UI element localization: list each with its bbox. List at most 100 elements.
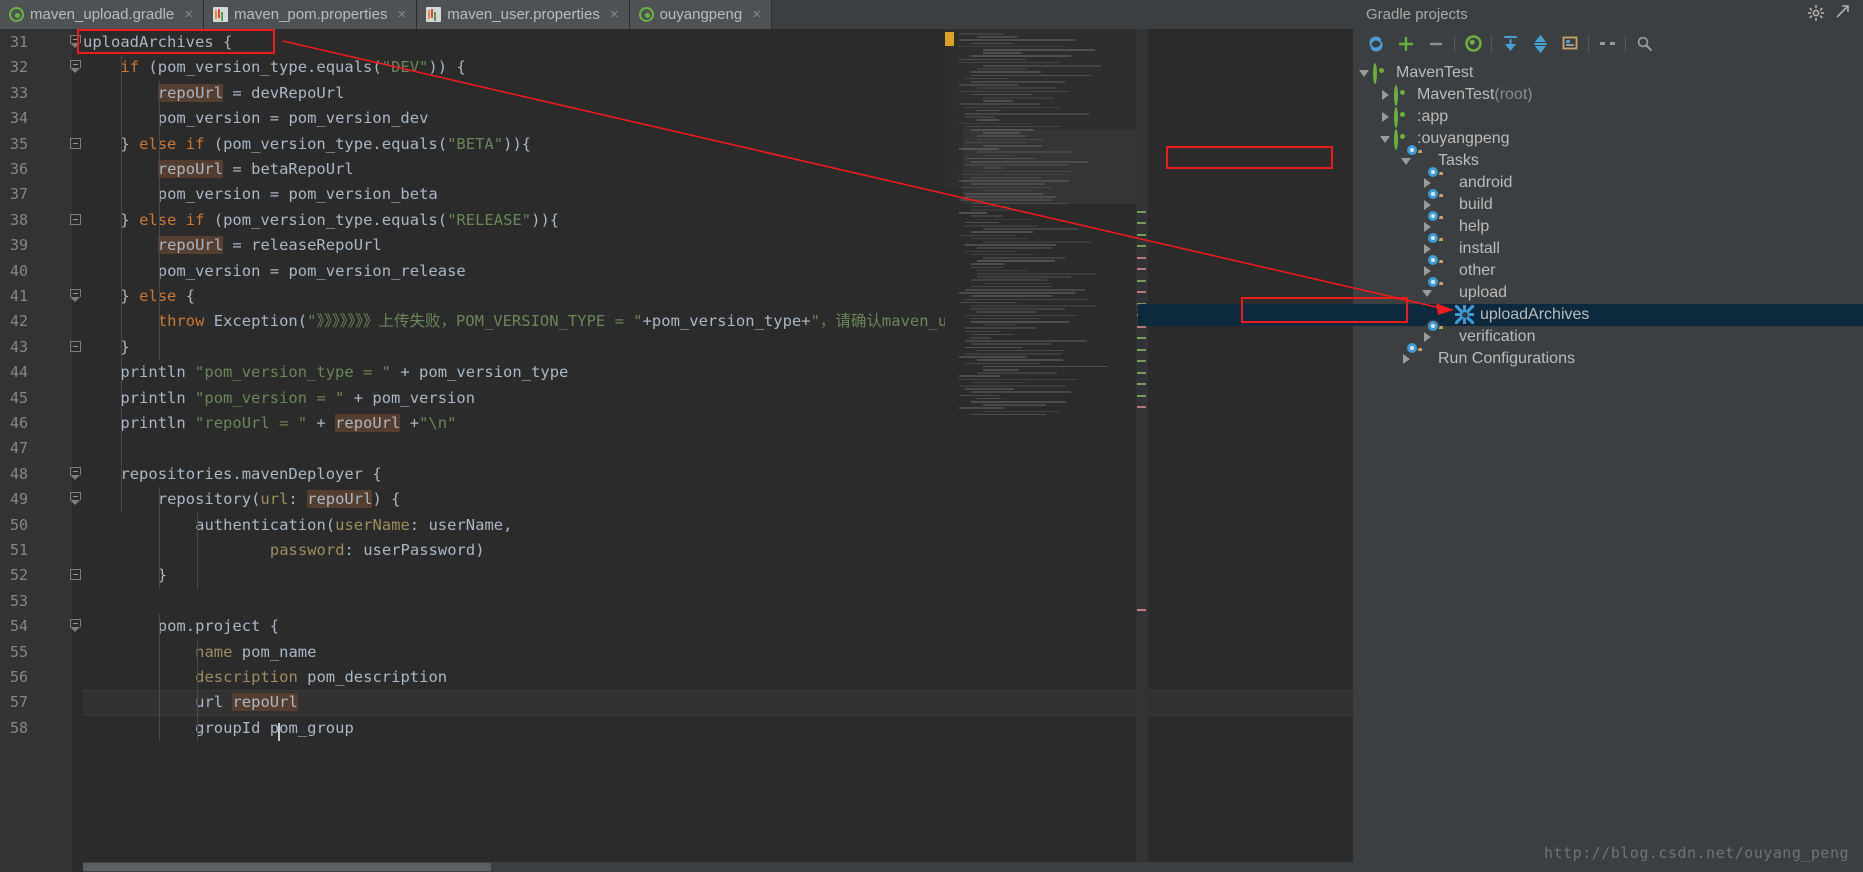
fold-collapse-icon[interactable] xyxy=(70,340,83,354)
gradle-project-tree[interactable]: MavenTest MavenTest (root):app:ouyangpeng… xyxy=(1138,58,1863,872)
error-stripe-mark[interactable] xyxy=(1137,372,1146,374)
detach-project-icon[interactable] xyxy=(1421,32,1451,56)
code-line: repoUrl = betaRepoUrl xyxy=(157,160,354,178)
horizontal-scrollbar-thumb[interactable] xyxy=(83,863,491,871)
minimap-line xyxy=(971,391,1071,393)
error-stripe-mark[interactable] xyxy=(1137,395,1146,397)
tree-item-verification[interactable]: verification xyxy=(1353,321,1863,348)
tree-item-ouyangpeng[interactable]: :ouyangpeng xyxy=(1353,128,1863,150)
close-icon[interactable]: × xyxy=(752,7,761,22)
chevron-down-icon[interactable] xyxy=(1420,285,1436,301)
error-stripe-mark[interactable] xyxy=(1137,291,1146,293)
tree-item-label: verification xyxy=(1459,328,1536,345)
code-line: } xyxy=(120,337,130,356)
fold-collapse-icon[interactable] xyxy=(70,137,83,151)
code-editor[interactable]: 31 32 33 34 35 36 37 38 39 40 41 42 43 44 45 46 47 48 49 50… xyxy=(0,29,1353,872)
tree-item-label: upload xyxy=(1459,284,1508,301)
error-stripe-column[interactable] xyxy=(1136,29,1148,872)
attach-gradle-project-icon[interactable] xyxy=(1391,32,1421,56)
error-stripe-mark[interactable] xyxy=(1137,406,1146,408)
chevron-right-icon[interactable] xyxy=(1399,351,1415,367)
refresh-all-projects-icon[interactable] xyxy=(1361,32,1391,56)
toggle-offline-mode-icon[interactable] xyxy=(1592,32,1622,56)
minimap-line xyxy=(977,276,1071,278)
error-stripe-mark[interactable] xyxy=(1137,280,1146,282)
code-line: pom_version = pom_version_dev xyxy=(157,109,429,128)
error-stripe-mark[interactable] xyxy=(1137,349,1146,351)
minimap-line xyxy=(977,119,999,121)
document-preview-minimap[interactable] xyxy=(945,29,1137,429)
minimap-line xyxy=(971,55,1071,57)
error-stripe-mark[interactable] xyxy=(1137,383,1146,385)
code-line: groupId pom_group xyxy=(195,718,354,737)
text-caret xyxy=(278,723,280,742)
fold-expanded-icon[interactable] xyxy=(70,60,83,74)
settings-gear-icon[interactable] xyxy=(1807,4,1829,26)
show-diagram-icon[interactable] xyxy=(1555,32,1585,56)
minimap-line xyxy=(971,381,1026,384)
line-number: 52 xyxy=(9,566,28,585)
code-line: authentication(userName: userName, xyxy=(195,515,513,534)
chevron-right-icon[interactable] xyxy=(1378,109,1394,125)
minimap-line xyxy=(959,39,1076,41)
fold-expanded-icon[interactable] xyxy=(70,289,83,303)
collapse-all-icon[interactable] xyxy=(1525,32,1555,56)
editor-tab-maven-pom-properties[interactable]: maven_pom.properties × xyxy=(204,0,418,29)
chevron-down-icon[interactable] xyxy=(1378,131,1394,147)
minimap-line xyxy=(965,164,1070,166)
editor-tab-maven-user-properties[interactable]: maven_user.properties × xyxy=(417,0,630,29)
minimap-line xyxy=(965,225,1039,227)
tree-item-run-configurations[interactable]: Run Configurations xyxy=(1353,343,1863,370)
chevron-right-icon[interactable] xyxy=(1378,87,1394,103)
error-stripe-mark[interactable] xyxy=(1137,268,1146,270)
close-icon[interactable]: × xyxy=(610,7,619,22)
horizontal-scrollbar-track[interactable] xyxy=(83,862,1353,872)
editor-tab-ouyangpeng[interactable]: ouyangpeng × xyxy=(629,0,772,29)
error-stripe-mark[interactable] xyxy=(1137,360,1146,362)
code-text[interactable]: uploadArchives { if (pom_version_type.eq… xyxy=(83,29,1353,872)
minimap-line xyxy=(965,106,1060,109)
chevron-right-icon[interactable] xyxy=(1420,329,1436,345)
minimap-line xyxy=(959,378,1079,381)
minimap-line xyxy=(983,324,1016,326)
close-icon[interactable]: × xyxy=(184,7,193,22)
fold-collapse-icon[interactable] xyxy=(70,569,83,582)
minimap-line xyxy=(971,129,1034,131)
tree-item-maventest[interactable]: MavenTest xyxy=(1353,62,1863,84)
error-stripe-mark[interactable] xyxy=(1137,245,1146,247)
chevron-down-icon[interactable] xyxy=(1399,153,1415,169)
collapse-panel-icon[interactable] xyxy=(1835,4,1857,26)
expand-all-icon[interactable] xyxy=(1495,32,1525,56)
editor-tab-maven-upload-gradle[interactable]: maven_upload.gradle × xyxy=(0,0,205,29)
error-stripe-mark[interactable] xyxy=(1137,222,1146,224)
error-stripe-mark[interactable] xyxy=(1137,234,1146,236)
fold-expanded-icon[interactable] xyxy=(70,35,83,49)
fold-expanded-icon[interactable] xyxy=(70,619,83,633)
chevron-down-icon[interactable] xyxy=(1357,65,1373,81)
close-icon[interactable]: × xyxy=(397,7,406,22)
tree-item-app[interactable]: :app xyxy=(1353,106,1863,128)
minimap-line xyxy=(959,292,1075,294)
error-stripe-mark[interactable] xyxy=(1137,326,1146,328)
error-stripe-mark[interactable] xyxy=(1137,211,1146,213)
error-stripe-mark[interactable] xyxy=(1137,609,1146,611)
minimap-line xyxy=(965,125,1061,128)
tree-item-uploadarchives[interactable]: uploadArchives xyxy=(1138,304,1863,326)
error-stripe-mark[interactable] xyxy=(1137,337,1146,339)
error-stripe-mark[interactable] xyxy=(1137,257,1146,259)
line-number-gutter[interactable]: 31 32 33 34 35 36 37 38 39 40 41 42 43 44 45 46 47 48 49 50… xyxy=(0,29,81,872)
gradle-settings-icon[interactable] xyxy=(1629,32,1659,56)
code-line: repository(url: repoUrl) { xyxy=(157,490,401,509)
execute-gradle-task-icon[interactable] xyxy=(1458,32,1488,56)
fold-collapse-icon[interactable] xyxy=(70,213,83,227)
tree-item-upload[interactable]: upload xyxy=(1353,277,1863,304)
fold-expanded-icon[interactable] xyxy=(70,492,83,506)
minimap-line xyxy=(971,266,1004,269)
line-number: 43 xyxy=(9,337,28,356)
minimap-line xyxy=(983,145,1043,147)
fold-expanded-icon[interactable] xyxy=(70,466,83,481)
tree-item-maventest[interactable]: MavenTest (root) xyxy=(1353,84,1863,106)
minimap-line xyxy=(971,215,1004,217)
minimap-line xyxy=(959,186,1052,189)
minimap-line xyxy=(983,52,1022,54)
